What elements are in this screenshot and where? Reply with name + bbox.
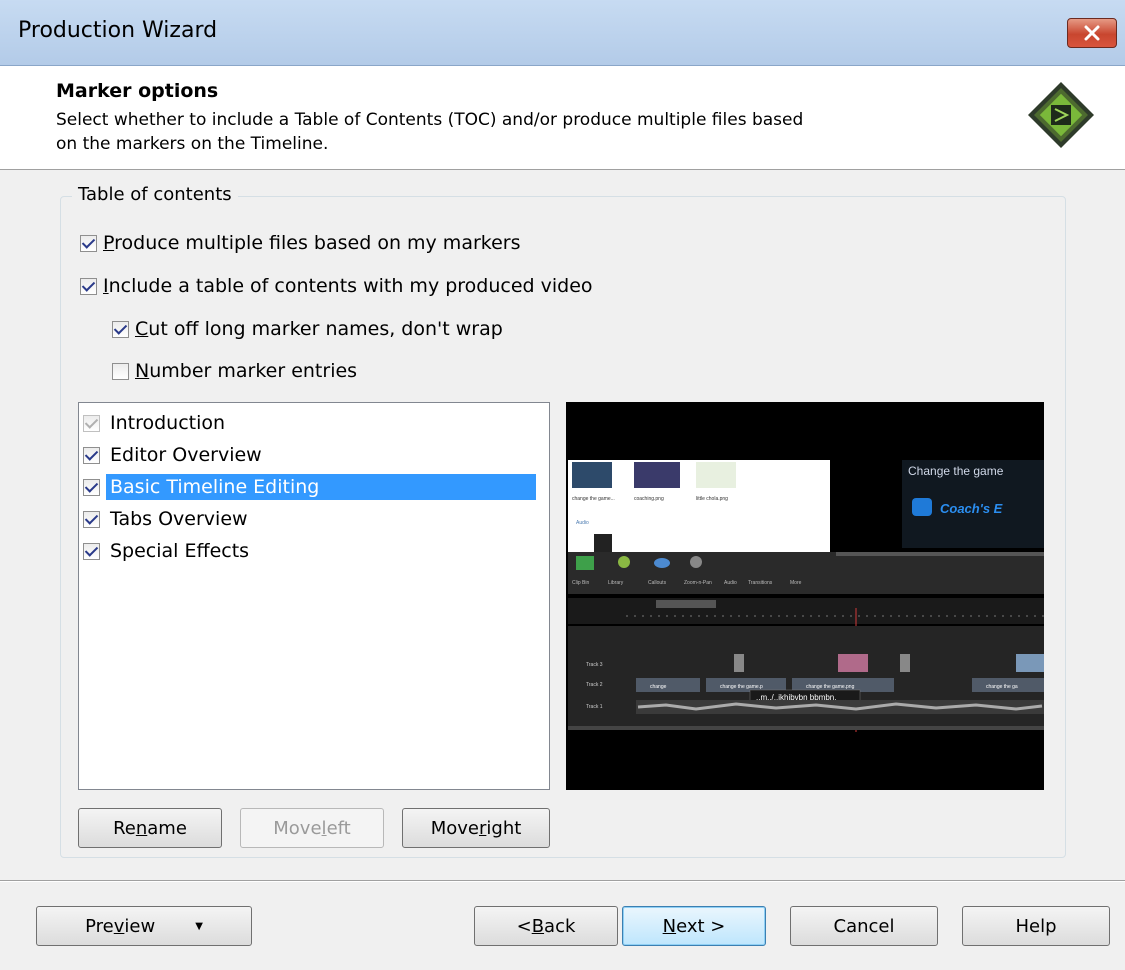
marker-checkbox[interactable] bbox=[83, 446, 100, 464]
camtasia-logo-icon bbox=[1028, 82, 1094, 148]
marker-checkbox[interactable] bbox=[83, 542, 100, 560]
tool-label: More bbox=[790, 580, 802, 586]
marker-checkbox[interactable] bbox=[83, 510, 100, 528]
production-wizard-window: Production Wizard Marker options Select … bbox=[0, 0, 1125, 970]
track-label: Track 3 bbox=[586, 662, 603, 668]
audio-label: Audio bbox=[576, 520, 589, 526]
marker-preview-image: change the game... coaching.png little c… bbox=[566, 402, 1044, 790]
list-item[interactable]: Basic Timeline Editing bbox=[83, 471, 545, 503]
footer-divider bbox=[0, 880, 1125, 882]
tool-label: Zoom-n-Pan bbox=[684, 580, 712, 586]
page-title: Marker options bbox=[56, 80, 219, 102]
marker-label: Special Effects bbox=[110, 540, 250, 562]
page-description: Select whether to include a Table of Con… bbox=[56, 110, 804, 154]
checkbox-box[interactable] bbox=[112, 362, 129, 380]
tool-label: Transitions bbox=[748, 580, 773, 586]
produce-multiple-files-checkbox[interactable]: Produce multiple files based on my marke… bbox=[80, 229, 521, 257]
move-right-button[interactable]: Move r ight bbox=[402, 808, 550, 848]
list-item[interactable]: Tabs Overview bbox=[83, 503, 545, 535]
checkbox-box[interactable] bbox=[80, 234, 97, 252]
list-item[interactable]: Editor Overview bbox=[83, 439, 545, 471]
window-title: Production Wizard bbox=[18, 18, 218, 43]
clip-label: change the ga bbox=[986, 684, 1018, 690]
tool-label: Library bbox=[608, 580, 624, 586]
thumb-label: coaching.png bbox=[634, 496, 664, 502]
marker-label: Tabs Overview bbox=[110, 508, 248, 530]
cancel-button[interactable]: Cancel bbox=[790, 906, 938, 946]
marker-list[interactable]: Introduction Editor Overview Basic Timel… bbox=[78, 402, 550, 790]
include-toc-checkbox[interactable]: Include a table of contents with my prod… bbox=[80, 272, 593, 300]
list-item[interactable]: Special Effects bbox=[83, 535, 545, 567]
clip-label: change the game.png bbox=[806, 684, 855, 690]
tool-label: Callouts bbox=[648, 580, 667, 586]
preview-screenshot: change the game... coaching.png little c… bbox=[566, 402, 1044, 790]
preview-badge: Coach's E bbox=[940, 501, 1003, 516]
tool-label: Clip Bin bbox=[572, 580, 589, 586]
thumb-label: little chola.png bbox=[696, 496, 728, 502]
clip-label: change bbox=[650, 684, 667, 690]
number-marker-entries-checkbox[interactable]: Number marker entries bbox=[112, 357, 357, 385]
preview-headline: Change the game bbox=[908, 464, 1004, 478]
checkbox-label: Include a table of contents with my prod… bbox=[103, 275, 593, 297]
checkbox-box[interactable] bbox=[112, 320, 129, 338]
header-panel: Marker options Select whether to include… bbox=[0, 66, 1125, 170]
marker-label: Introduction bbox=[110, 412, 226, 434]
next-button[interactable]: Next > bbox=[622, 906, 766, 946]
track-label: Track 1 bbox=[586, 704, 603, 710]
close-button[interactable] bbox=[1067, 18, 1117, 48]
close-icon bbox=[1084, 25, 1100, 41]
track-label: Track 2 bbox=[586, 682, 603, 688]
move-left-button[interactable]: Move l eft bbox=[240, 808, 384, 848]
marker-label: Basic Timeline Editing bbox=[106, 474, 536, 500]
clip-label: change the game.p bbox=[720, 684, 763, 690]
thumb-label: change the game... bbox=[572, 496, 615, 502]
checkbox-box[interactable] bbox=[80, 277, 97, 295]
marker-checkbox[interactable] bbox=[83, 478, 100, 496]
checkbox-label: Cut off long marker names, don't wrap bbox=[135, 318, 503, 340]
marker-label: Editor Overview bbox=[110, 444, 262, 466]
rename-button[interactable]: Re n ame bbox=[78, 808, 222, 848]
checkbox-label: Number marker entries bbox=[135, 360, 358, 382]
dropdown-arrow-icon[interactable]: ▼ bbox=[195, 921, 203, 932]
back-button[interactable]: < Back bbox=[474, 906, 618, 946]
marker-checkbox bbox=[83, 414, 100, 432]
toc-group-label: Table of contents bbox=[72, 184, 238, 205]
list-item[interactable]: Introduction bbox=[83, 407, 545, 439]
title-bar: Production Wizard bbox=[0, 0, 1125, 66]
cut-off-long-names-checkbox[interactable]: Cut off long marker names, don't wrap bbox=[112, 315, 503, 343]
checkbox-label: Produce multiple files based on my marke… bbox=[103, 232, 521, 254]
tool-label: Audio bbox=[724, 580, 737, 586]
preview-button[interactable]: Pre v iew ▼ bbox=[36, 906, 252, 946]
help-button[interactable]: Help bbox=[962, 906, 1110, 946]
